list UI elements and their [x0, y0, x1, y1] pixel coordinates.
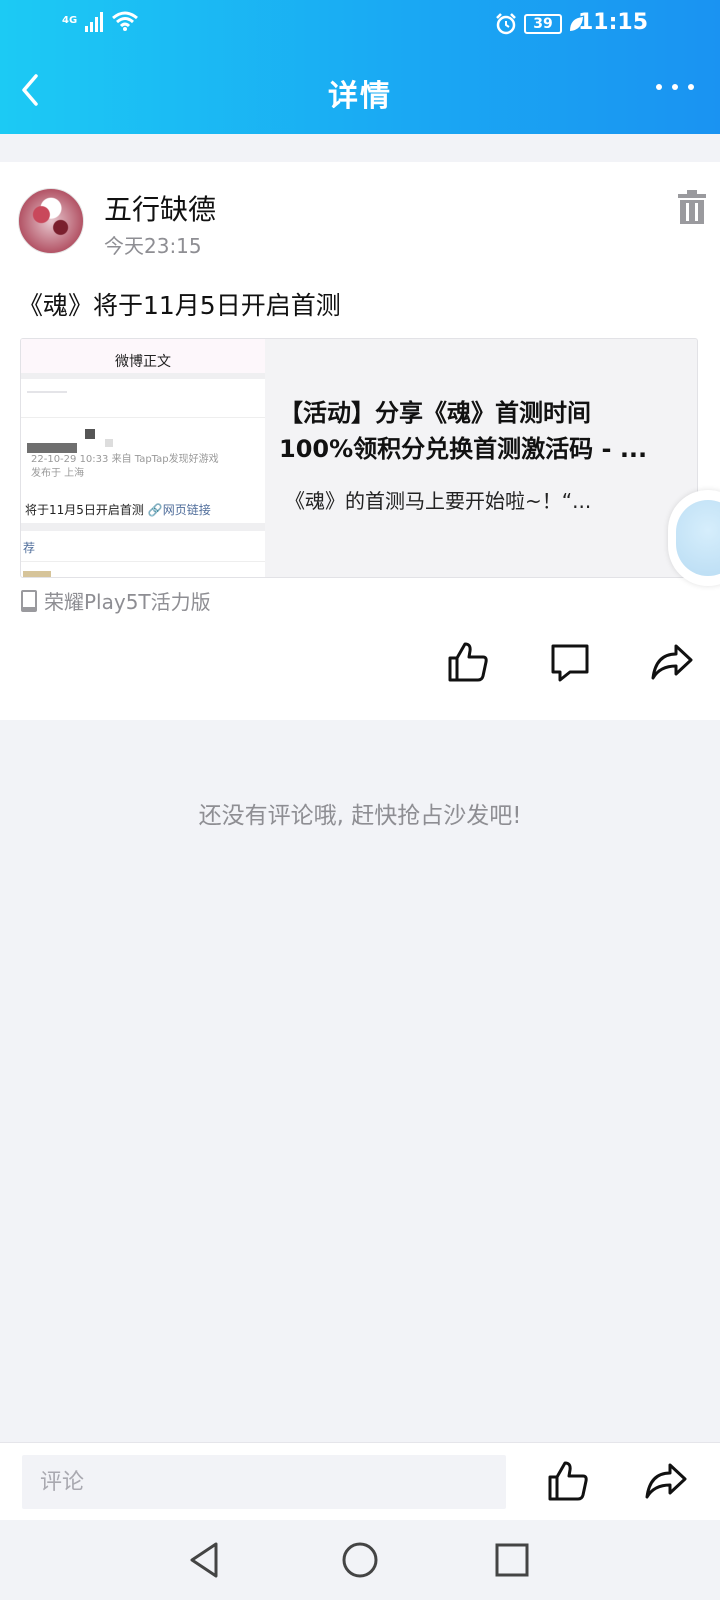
post-text: 《魂》将于11月5日开启首测 [18, 291, 341, 320]
thumbnail-image [23, 571, 51, 577]
link-thumbnail: 微博正文 22-10-29 10:33 来自 TapTap发现好游戏 发布于 上… [21, 339, 265, 577]
link-title-line: 100%领积分兑换首测激活码 - ... [279, 435, 648, 463]
bottom-bar [0, 1442, 720, 1520]
divider [21, 417, 265, 418]
thumbnail-link: 🔗网页链接 [147, 503, 211, 517]
device-label: 荣耀Play5T活力版 [44, 590, 211, 614]
status-left: 4G [62, 10, 139, 32]
thumbnail-meta-line: 22-10-29 10:33 来自 TapTap发现好游戏 [31, 454, 219, 465]
floating-assistant-icon [676, 500, 720, 576]
link-preview-card[interactable]: 微博正文 22-10-29 10:33 来自 TapTap发现好游戏 发布于 上… [20, 338, 698, 578]
blurred-username [27, 443, 77, 453]
divider [21, 523, 265, 531]
avatar[interactable] [18, 188, 84, 254]
blurred-block [105, 439, 113, 447]
thumbnail-header: 微博正文 [21, 339, 265, 379]
status-time: 11:15 [577, 10, 648, 35]
signal-icon [85, 10, 104, 32]
battery-indicator: 39 [524, 14, 562, 34]
comment-input[interactable] [22, 1455, 506, 1509]
post-card: 五行缺德 今天23:15 《魂》将于11月5日开启首测 微博正文 22-10-2… [0, 162, 720, 720]
system-navigation-bar [0, 1520, 720, 1600]
thumbnail-body-text: 将于11月5日开启首测 [25, 503, 144, 517]
thumbnail-link-label: 网页链接 [162, 503, 211, 517]
thumbnail-rec-label: 荐 [23, 541, 36, 555]
link-description: 《魂》的首测马上要开始啦~！“... [285, 489, 592, 513]
recents-square-icon[interactable] [492, 1540, 532, 1580]
home-circle-icon[interactable] [340, 1540, 380, 1580]
blurred-block [85, 429, 95, 439]
status-right: 39 [494, 12, 584, 36]
back-triangle-icon[interactable] [186, 1540, 226, 1580]
device-info: 荣耀Play5T活力版 [20, 586, 211, 615]
more-horizontal-icon[interactable] [656, 84, 694, 90]
status-bar: 4G 39 11:15 [0, 0, 720, 48]
link-title-line: 【活动】分享《魂》首测时间 [279, 399, 591, 427]
network-type: 4G [62, 15, 78, 26]
phone-icon [21, 589, 37, 612]
empty-comments-message: 还没有评论哦, 赶快抢占沙发吧! [198, 803, 522, 829]
trash-icon[interactable] [678, 190, 706, 224]
post-timestamp: 今天23:15 [104, 234, 202, 258]
nav-bar: 详情 [0, 58, 720, 122]
thumbs-up-icon[interactable] [446, 640, 490, 684]
author-name[interactable]: 五行缺德 [104, 188, 216, 228]
app-header: 4G 39 11:15 详情 [0, 0, 720, 134]
thumbnail-body: 将于11月5日开启首测 🔗网页链接 [25, 501, 211, 518]
thumbnail-meta: 22-10-29 10:33 来自 TapTap发现好游戏 发布于 上海 [31, 453, 219, 481]
thumbnail-placeholder-line [27, 391, 67, 393]
share-icon[interactable] [644, 1459, 688, 1503]
alarm-icon [496, 13, 516, 35]
comment-icon[interactable] [548, 640, 592, 684]
thumbnail-meta-line: 发布于 上海 [31, 468, 85, 479]
wifi-icon [112, 11, 139, 31]
share-icon[interactable] [650, 640, 694, 684]
thumbnail-header-title: 微博正文 [115, 354, 171, 370]
thumbs-up-icon[interactable] [546, 1459, 590, 1503]
page-title: 详情 [328, 79, 392, 114]
divider [21, 561, 265, 562]
post-actions [0, 640, 720, 700]
link-title: 【活动】分享《魂》首测时间 100%领积分兑换首测激活码 - ... [279, 395, 679, 467]
